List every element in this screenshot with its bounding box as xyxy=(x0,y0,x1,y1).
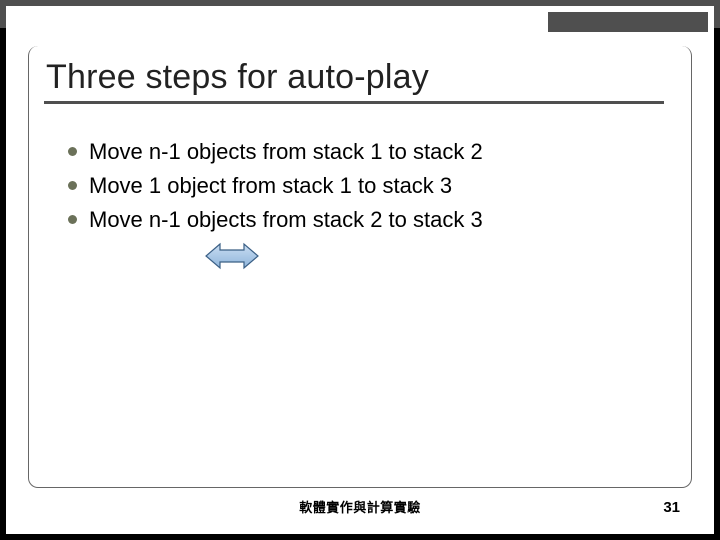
double-arrow-icon xyxy=(202,240,262,277)
bullet-text: Move n-1 objects from stack 2 to stack 3 xyxy=(89,204,483,236)
bullet-icon xyxy=(68,215,77,224)
content-panel xyxy=(28,46,692,488)
bullet-text: Move 1 object from stack 1 to stack 3 xyxy=(89,170,452,202)
list-item: Move n-1 objects from stack 1 to stack 2 xyxy=(68,136,658,168)
bullet-icon xyxy=(68,181,77,190)
bullet-list: Move n-1 objects from stack 1 to stack 2… xyxy=(68,136,658,238)
slide-body: Three steps for auto-play Move n-1 objec… xyxy=(6,6,714,534)
bullet-text: Move n-1 objects from stack 1 to stack 2 xyxy=(89,136,483,168)
list-item: Move n-1 objects from stack 2 to stack 3 xyxy=(68,204,658,236)
footer-text: 軟體實作與計算實驗 xyxy=(6,497,714,516)
title-container: Three steps for auto-play xyxy=(44,58,664,104)
page-number: 31 xyxy=(663,499,680,516)
top-right-tab xyxy=(548,12,708,32)
bullet-icon xyxy=(68,147,77,156)
slide-title: Three steps for auto-play xyxy=(46,58,662,97)
list-item: Move 1 object from stack 1 to stack 3 xyxy=(68,170,658,202)
